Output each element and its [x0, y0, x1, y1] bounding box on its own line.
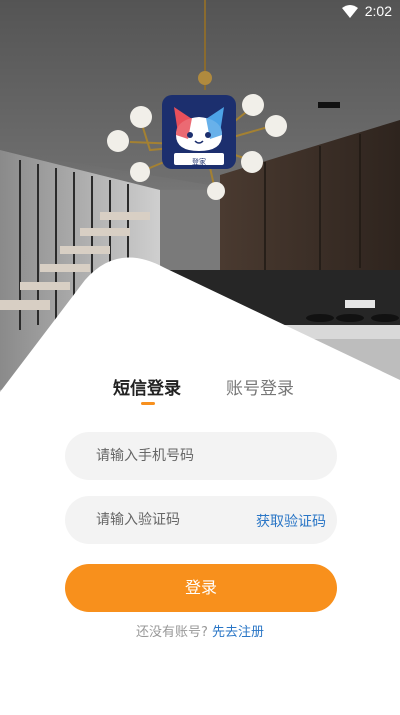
register-link[interactable]: 先去注册: [212, 625, 264, 640]
tab-account-login[interactable]: 账号登录: [226, 374, 294, 399]
login-button[interactable]: 登录: [65, 564, 337, 612]
register-prompt: 还没有账号? 先去注册: [0, 621, 400, 640]
register-question: 还没有账号?: [135, 625, 208, 640]
background-photo: [0, 0, 400, 430]
wifi-icon: [342, 4, 358, 23]
phone-input[interactable]: [96, 432, 296, 480]
verification-code-field: 获取验证码: [65, 496, 337, 544]
status-time: 2:02: [364, 3, 392, 19]
get-code-button[interactable]: 获取验证码: [256, 511, 326, 531]
active-tab-indicator: [141, 402, 155, 405]
tab-sms-login[interactable]: 短信登录: [113, 374, 181, 399]
phone-field: [65, 432, 337, 480]
status-bar: 2:02: [0, 0, 400, 24]
app-logo: 登家: [162, 95, 236, 169]
logo-text: 登家: [192, 158, 206, 166]
